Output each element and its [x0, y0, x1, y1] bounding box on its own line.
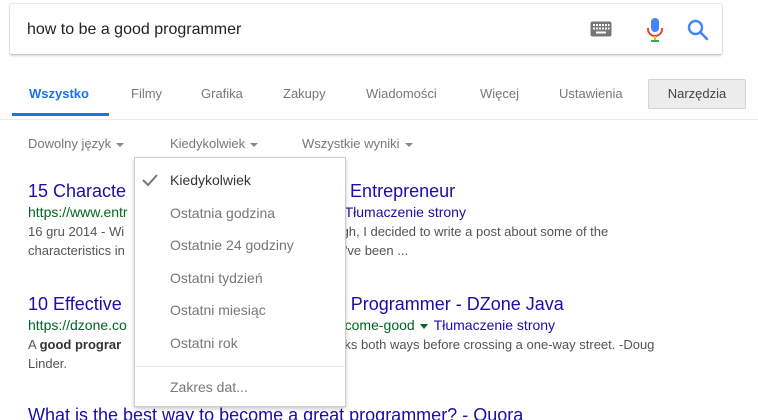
- checkmark-icon: [142, 174, 158, 187]
- time-filter[interactable]: Kiedykolwiek: [170, 136, 259, 151]
- snippet-text: oks both ways before crossing a one-way …: [337, 337, 655, 352]
- search-tabs: Wszystko Filmy Grafika Zakupy Wiadomości…: [0, 76, 758, 120]
- result-url[interactable]: https://dzone.co: [28, 317, 127, 333]
- result-url-end[interactable]: ecome-good: [337, 317, 415, 333]
- tab-all[interactable]: Wszystko: [29, 76, 89, 116]
- menu-item-any-time[interactable]: Kiedykolwiek: [170, 172, 251, 188]
- tab-videos[interactable]: Filmy: [131, 76, 162, 116]
- tab-more[interactable]: Więcej: [480, 76, 519, 116]
- snippet-bold-text: good prograr: [39, 337, 122, 352]
- search-results-page: Wszystko Filmy Grafika Zakupy Wiadomości…: [0, 0, 758, 420]
- search-input[interactable]: [27, 18, 567, 42]
- menu-item-past-month[interactable]: Ostatni miesiąc: [170, 302, 266, 318]
- chevron-down-icon: [404, 142, 413, 147]
- keyboard-icon[interactable]: [590, 21, 612, 37]
- language-filter-label: Dowolny język: [28, 136, 112, 151]
- result-url-line: https://www.entr Tłumaczenie strony: [28, 202, 728, 222]
- language-filter[interactable]: Dowolny język: [28, 136, 125, 151]
- results-filter[interactable]: Wszystkie wyniki: [302, 136, 413, 151]
- result-url[interactable]: https://www.entr: [28, 204, 128, 220]
- menu-item-custom-range[interactable]: Zakres dat...: [170, 379, 248, 395]
- result-title-end: od Programmer - DZone Java: [325, 294, 564, 314]
- menu-item-past-year[interactable]: Ostatni rok: [170, 335, 238, 351]
- tab-news[interactable]: Wiadomości: [366, 76, 437, 116]
- menu-item-past-hour[interactable]: Ostatnia godzina: [170, 205, 275, 221]
- tabs-divider: [0, 119, 758, 120]
- chevron-down-icon: [250, 142, 259, 147]
- result-title-start: 15 Characte: [28, 181, 127, 201]
- tab-settings[interactable]: Ustawienia: [559, 76, 623, 116]
- translate-page-link[interactable]: Tłumaczenie strony: [345, 204, 466, 220]
- result-title-link[interactable]: 10 Effective od Programmer - DZone Java: [28, 293, 728, 315]
- search-result: 15 Characte mmer - Entrepreneur https://w…: [28, 180, 728, 260]
- menu-divider: [135, 366, 345, 367]
- snippet-text: 16 gru 2014 - Wi: [28, 224, 125, 239]
- snippet-text: characteristics in: [28, 243, 125, 258]
- result-title-link[interactable]: What is the best way to become a great p…: [28, 404, 728, 420]
- time-filter-menu: Kiedykolwiek Ostatnia godzina Ostatnie 2…: [134, 157, 346, 407]
- active-tab-indicator: [12, 113, 109, 116]
- menu-item-past-24-hours[interactable]: Ostatnie 24 godziny: [170, 237, 294, 253]
- chevron-down-icon: [116, 142, 125, 147]
- result-title-start: 10 Effective: [28, 294, 122, 314]
- results-filter-label: Wszystkie wyniki: [302, 136, 400, 151]
- translate-page-link[interactable]: Tłumaczenie strony: [434, 317, 555, 333]
- result-snippet: A good prograr oks both ways before cross…: [28, 335, 728, 373]
- microphone-icon[interactable]: [646, 17, 664, 43]
- result-title-link[interactable]: 15 Characte mmer - Entrepreneur: [28, 180, 728, 202]
- tab-shopping[interactable]: Zakupy: [283, 76, 326, 116]
- result-snippet: 16 gru 2014 - Wi ough, I decided to write…: [28, 222, 728, 260]
- tools-button[interactable]: Narzędzia: [648, 79, 746, 109]
- result-url-line: https://dzone.co ecome-good Tłumaczenie st…: [28, 315, 728, 335]
- url-menu-caret-icon[interactable]: [419, 323, 428, 329]
- tab-images[interactable]: Grafika: [201, 76, 243, 116]
- snippet-text: A: [28, 337, 40, 352]
- snippet-text: ough, I decided to write a post about so…: [327, 224, 609, 239]
- time-filter-label: Kiedykolwiek: [170, 136, 246, 151]
- snippet-text: Linder.: [28, 356, 68, 371]
- menu-item-past-week[interactable]: Ostatni tydzień: [170, 270, 263, 286]
- search-result: 10 Effective od Programmer - DZone Java h…: [28, 293, 728, 373]
- search-result: What is the best way to become a great p…: [28, 404, 728, 420]
- search-box: [10, 4, 722, 54]
- search-icon[interactable]: [687, 19, 709, 41]
